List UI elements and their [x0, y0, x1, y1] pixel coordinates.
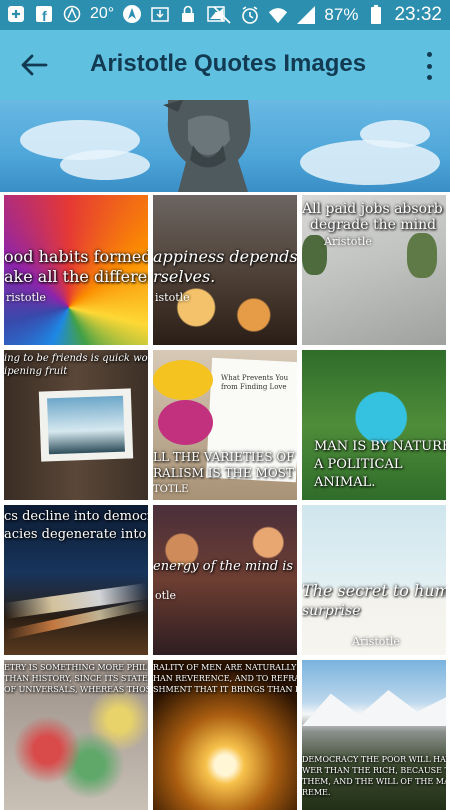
quote-image-tile[interactable]: ood habits formed at you ake all the dif… — [4, 195, 148, 345]
alarm-icon — [240, 5, 260, 25]
quote-text: degrade the mind — [310, 217, 437, 233]
quote-text: appiness depends up — [153, 247, 297, 266]
quote-text: THEM, AND THE WILL OF THE MAJORITY IS — [302, 777, 446, 786]
wifi-icon — [268, 5, 288, 25]
mute-icon — [212, 5, 232, 25]
quote-image-tile[interactable]: energy of the mind is the ess otle — [153, 505, 297, 655]
quote-text: DEMOCRACY THE POOR WILL HAVE MORE — [302, 755, 446, 764]
app-logo-icon — [62, 4, 82, 24]
quote-text: The secret to humor is — [302, 581, 446, 600]
quote-text: surprise — [302, 603, 361, 619]
quote-text: SHMENT THAT IT BRINGS THAN BECAUSE OF IT… — [153, 685, 297, 694]
temperature-text: 20° — [90, 5, 115, 22]
quote-text: energy of the mind is the ess — [153, 559, 297, 574]
navigation-icon — [122, 4, 142, 24]
quote-text: OF UNIVERSALS, WHEREAS THOSE OF HISTORY … — [4, 685, 148, 694]
quote-author: istotle — [155, 291, 190, 304]
quote-text: THAN HISTORY, SINCE ITS STATEMENTS ARE — [4, 674, 148, 683]
quote-text: ETRY IS SOMETHING MORE PHILOSOPHIC AND O — [4, 663, 148, 672]
quote-image-grid: ood habits formed at you ake all the dif… — [4, 195, 446, 810]
battery-icon — [366, 5, 386, 25]
quote-text: MAN IS BY NATURE — [314, 439, 446, 454]
quote-author: Aristotle — [324, 235, 372, 248]
quote-image-tile[interactable]: MAN IS BY NATURE A POLITICAL ANIMAL. — [302, 350, 446, 500]
quote-author: ristotle — [6, 291, 46, 304]
quote-text: A POLITICAL — [314, 457, 403, 472]
page-title: Aristotle Quotes Images — [90, 50, 367, 77]
status-bar: f 20° 87% 23:32 — [0, 0, 450, 30]
quote-text: acies degenerate into des — [4, 527, 148, 542]
clock-text: 23:32 — [394, 4, 442, 25]
add-icon — [6, 4, 26, 24]
quote-text: cs decline into democracie — [4, 509, 148, 524]
quote-text: RALISM IS THE MOST BEL — [153, 466, 297, 480]
quote-image-tile[interactable]: ETRY IS SOMETHING MORE PHILOSOPHIC AND O… — [4, 660, 148, 810]
quote-text: ake all the difference — [4, 267, 148, 286]
quote-image-tile[interactable]: The secret to humor is surprise Aristotl… — [302, 505, 446, 655]
quote-image-tile[interactable]: What Prevents You from Finding Love LL T… — [153, 350, 297, 500]
quote-image-tile[interactable]: DEMOCRACY THE POOR WILL HAVE MORE WER TH… — [302, 660, 446, 810]
more-options-button[interactable] — [424, 52, 434, 80]
quote-image-tile[interactable]: RALITY OF MEN ARE NATURALLY APT TO BE SW… — [153, 660, 297, 810]
card-title: What Prevents You from Finding Love — [221, 374, 289, 391]
arrow-left-icon — [21, 54, 48, 76]
quote-text: ood habits formed at you — [4, 247, 148, 266]
lock-icon — [178, 4, 198, 24]
header-banner-image — [0, 100, 450, 192]
quote-text: HAN REVERENCE, AND TO REFRAIN FROM EVIL … — [153, 674, 297, 683]
quote-image-tile[interactable]: cs decline into democracie acies degener… — [4, 505, 148, 655]
quote-text: WER THAN THE RICH, BECAUSE THERE ARE — [302, 766, 446, 775]
battery-percent-text: 87% — [324, 5, 359, 24]
quote-image-tile[interactable]: All paid jobs absorb and degrade the min… — [302, 195, 446, 345]
signal-icon — [296, 5, 316, 25]
quote-text: REME. — [302, 788, 331, 797]
quote-text: RALITY OF MEN ARE NATURALLY APT TO BE SW… — [153, 663, 297, 672]
quote-image-tile[interactable]: appiness depends up rselves. istotle — [153, 195, 297, 345]
aristotle-bust-image — [163, 100, 251, 192]
quote-text: ing to be friends is quick work but frie… — [4, 353, 148, 364]
quote-text: rselves. — [153, 267, 216, 286]
back-button[interactable] — [18, 51, 50, 79]
quote-text: LL THE VARIETIES OF VIR — [153, 450, 297, 464]
more-vert-icon — [426, 52, 432, 57]
facebook-icon: f — [34, 4, 54, 24]
svg-text:f: f — [42, 8, 47, 23]
quote-text: ANIMAL. — [314, 475, 376, 490]
quote-text: ipening fruit — [4, 366, 68, 377]
download-icon — [150, 4, 170, 24]
quote-image-tile[interactable]: ing to be friends is quick work but frie… — [4, 350, 148, 500]
app-bar: Aristotle Quotes Images — [0, 30, 450, 100]
quote-author: TOTLE — [153, 484, 189, 495]
quote-author: otle — [155, 589, 177, 602]
quote-author: Aristotle — [352, 635, 400, 648]
